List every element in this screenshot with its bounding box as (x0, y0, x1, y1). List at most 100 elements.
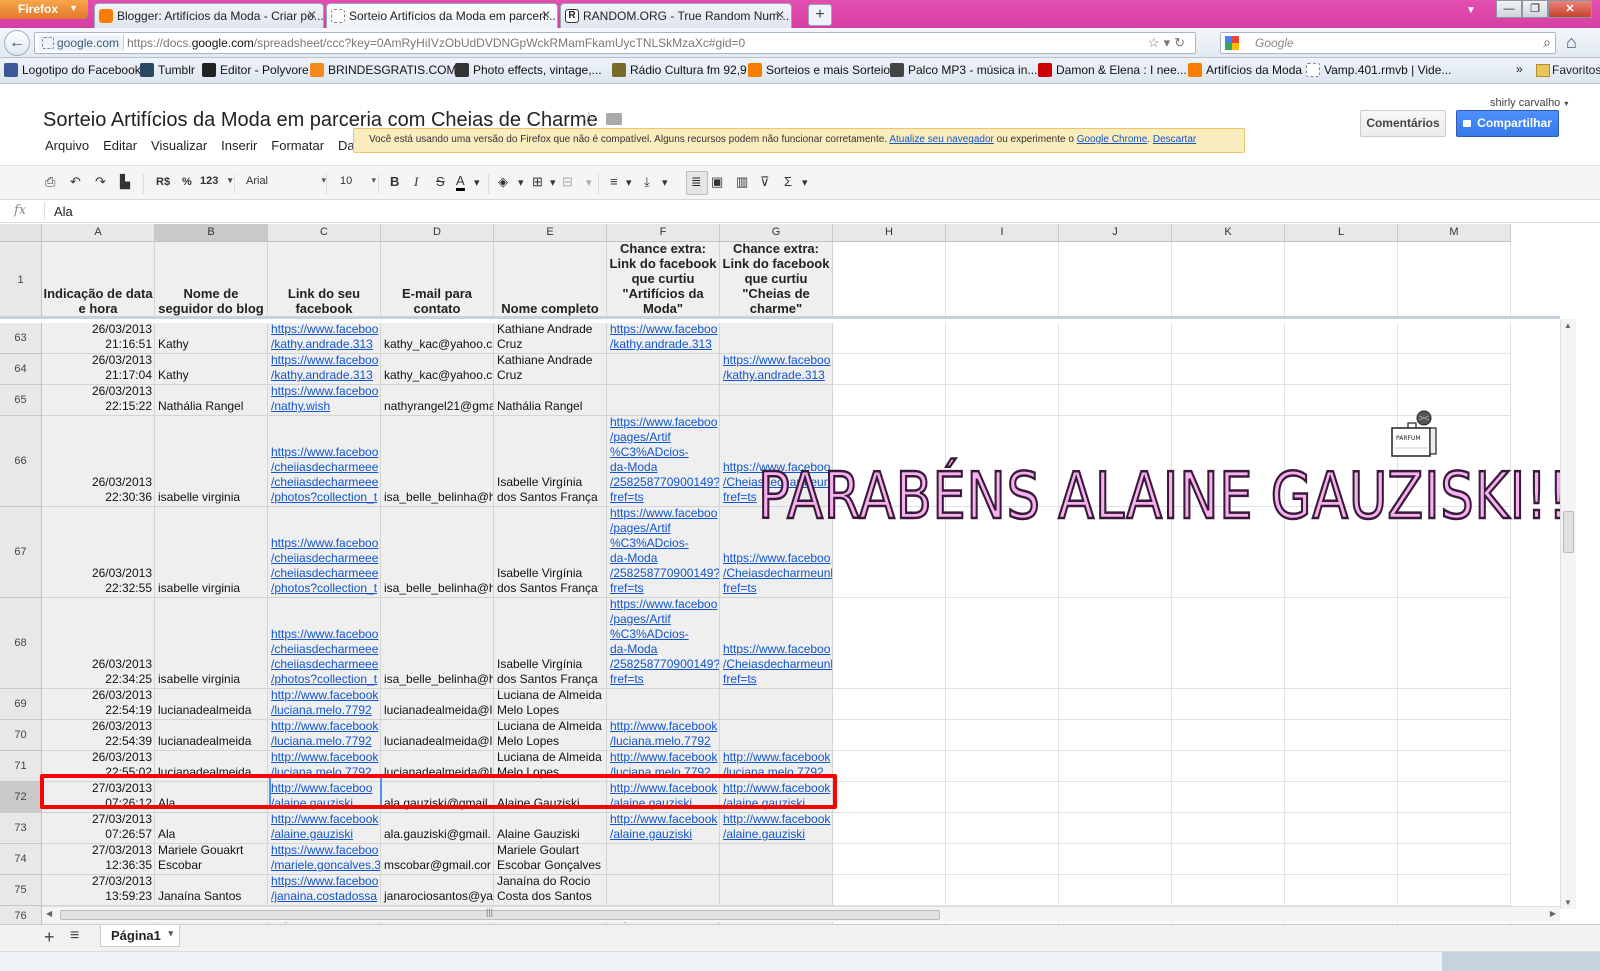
row-header-63[interactable]: 63 (0, 323, 42, 354)
table-cell[interactable] (720, 720, 833, 751)
folder-icon[interactable] (606, 113, 622, 125)
table-cell[interactable] (607, 354, 720, 385)
table-cell[interactable]: https://www.faceboo /pages/Artif %C3%ADc… (607, 598, 720, 689)
align-left-icon[interactable]: ≡ (610, 174, 618, 189)
table-cell[interactable]: Kathiane Andrade Cruz (494, 354, 607, 385)
percent-format-button[interactable]: % (182, 176, 192, 188)
table-cell[interactable] (833, 689, 946, 720)
url-bar[interactable]: google.com https://docs.google.com/sprea… (34, 32, 1196, 54)
borders-icon[interactable]: ⊞ (532, 174, 543, 190)
chevron-down-icon[interactable]: ▾ (518, 176, 524, 189)
frozen-row-divider[interactable] (0, 316, 1560, 319)
scroll-right-icon[interactable]: ▶ (1550, 909, 1556, 918)
table-cell[interactable] (1285, 598, 1398, 689)
table-cell[interactable] (1398, 844, 1511, 875)
row-header-67[interactable]: 67 (0, 507, 42, 598)
firefox-menu-button[interactable]: Firefox ▼ (0, 0, 88, 19)
row-header-73[interactable]: 73 (0, 813, 42, 844)
table-cell[interactable] (1398, 689, 1511, 720)
table-cell[interactable] (833, 598, 946, 689)
table-cell[interactable] (1285, 751, 1398, 782)
table-cell[interactable]: https://www.faceboo /pages/Artif %C3%ADc… (607, 507, 720, 598)
table-cell[interactable]: Alaine Gauziski (494, 782, 607, 813)
menu-insert[interactable]: Inserir (221, 138, 257, 153)
bookmark-item[interactable]: Sorteios e mais Sorteios (748, 63, 896, 77)
table-cell[interactable] (1172, 385, 1285, 416)
table-cell[interactable] (946, 813, 1059, 844)
table-cell[interactable]: lucianadealmeida (155, 689, 268, 720)
column-header-g[interactable]: G (720, 224, 833, 242)
table-cell[interactable]: Kathy (155, 323, 268, 354)
bookmark-item[interactable]: BRINDESGRATIS.COM ... (310, 63, 470, 77)
sheet-list-icon[interactable]: ≡ (70, 927, 79, 945)
table-cell[interactable]: http://www.facebook /alaine.gauziski (268, 813, 381, 844)
bookmark-item[interactable]: Vamp.401.rmvb | Vide... (1306, 63, 1451, 77)
header-cell[interactable] (946, 242, 1059, 319)
table-cell[interactable] (1285, 720, 1398, 751)
table-cell[interactable]: isabelle virginia (155, 507, 268, 598)
column-header-b[interactable]: B (155, 224, 268, 242)
row-header-66[interactable]: 66 (0, 416, 42, 507)
table-cell[interactable]: janarociosantos@ya (381, 875, 494, 906)
close-icon[interactable]: ✕ (775, 8, 785, 22)
table-cell[interactable]: https://www.faceboo /mariele.goncalves.3 (268, 844, 381, 875)
chart-icon[interactable]: ▥ (736, 174, 748, 190)
chevron-down-icon[interactable]: ▾ (802, 176, 808, 189)
table-cell[interactable]: https://www.faceboo /janaina.costadossa (268, 875, 381, 906)
table-cell[interactable]: http://www.facebook /luciana.melo.7792 (268, 720, 381, 751)
table-cell[interactable] (1398, 782, 1511, 813)
close-icon[interactable]: ✕ (307, 8, 317, 22)
table-cell[interactable]: 27/03/2013 07:26:12 (42, 782, 155, 813)
table-cell[interactable]: mscobar@gmail.cor (381, 844, 494, 875)
table-cell[interactable]: lucianadealmeida (155, 751, 268, 782)
wrap-text-icon[interactable]: ≣ (686, 171, 708, 195)
table-cell[interactable] (946, 385, 1059, 416)
currency-format-button[interactable]: R$ (156, 176, 170, 188)
table-cell[interactable]: 27/03/2013 12:36:35 (42, 844, 155, 875)
bookmark-item[interactable]: Rádio Cultura fm 92,9 (612, 63, 747, 77)
user-account[interactable]: shirly carvalho (1490, 97, 1568, 109)
table-cell[interactable]: Ala (155, 782, 268, 813)
table-cell[interactable]: 27/03/2013 13:59:23 (42, 875, 155, 906)
bookmark-item[interactable]: Damon & Elena : I nee... (1038, 63, 1187, 77)
table-cell[interactable]: https://www.faceboo /Cheiasdecharmeunl f… (720, 598, 833, 689)
table-cell[interactable]: 26/03/2013 21:16:51 (42, 323, 155, 354)
column-header-h[interactable]: H (833, 224, 946, 242)
table-cell[interactable]: Ala (155, 813, 268, 844)
table-cell[interactable] (833, 323, 946, 354)
comments-button[interactable]: Comentários (1360, 110, 1446, 137)
search-bar[interactable]: Google ⌕ (1220, 32, 1556, 54)
bookmark-item[interactable]: Tumblr (140, 63, 195, 77)
home-icon[interactable]: ⌂ (1566, 32, 1577, 53)
table-cell[interactable]: http://www.facebook /alaine.gauziski (607, 782, 720, 813)
font-family-select[interactable]: Arial (246, 175, 326, 187)
scroll-left-icon[interactable]: ◀ (46, 909, 52, 918)
table-cell[interactable]: http://www.facebook /luciana.melo.7792 (720, 751, 833, 782)
table-cell[interactable]: http://www.facebook /alaine.gauziski (720, 813, 833, 844)
table-cell[interactable] (946, 782, 1059, 813)
table-cell[interactable]: Isabelle Virgínia dos Santos França (494, 416, 607, 507)
filter-icon[interactable]: ⊽ (760, 174, 770, 190)
table-cell[interactable]: Alaine Gauziski (494, 813, 607, 844)
menu-format[interactable]: Formatar (271, 138, 324, 153)
table-cell[interactable]: http://www.facebook /luciana.melo.7792 (607, 751, 720, 782)
table-cell[interactable] (607, 689, 720, 720)
table-cell[interactable]: Luciana de Almeida Melo Lopes (494, 689, 607, 720)
search-icon[interactable]: ⌕ (1543, 34, 1551, 51)
chevron-down-icon[interactable]: ▾ (626, 176, 632, 189)
dismiss-banner-link[interactable]: Descartar (1153, 134, 1196, 145)
table-cell[interactable]: 26/03/2013 22:55:02 (42, 751, 155, 782)
table-cell[interactable] (1059, 813, 1172, 844)
close-icon[interactable]: ✕ (541, 8, 551, 22)
column-header-e[interactable]: E (494, 224, 607, 242)
table-cell[interactable]: Isabelle Virgínia dos Santos França (494, 598, 607, 689)
scroll-thumb[interactable] (1563, 511, 1574, 553)
column-header-m[interactable]: M (1398, 224, 1511, 242)
table-cell[interactable] (946, 720, 1059, 751)
table-cell[interactable] (1285, 323, 1398, 354)
table-cell[interactable] (1172, 751, 1285, 782)
header-cell[interactable]: Chance extra: Link do facebook que curti… (720, 242, 833, 319)
table-cell[interactable]: https://www.faceboo /pages/Artif %C3%ADc… (607, 416, 720, 507)
table-cell[interactable] (1398, 323, 1511, 354)
header-cell[interactable] (1398, 242, 1511, 319)
